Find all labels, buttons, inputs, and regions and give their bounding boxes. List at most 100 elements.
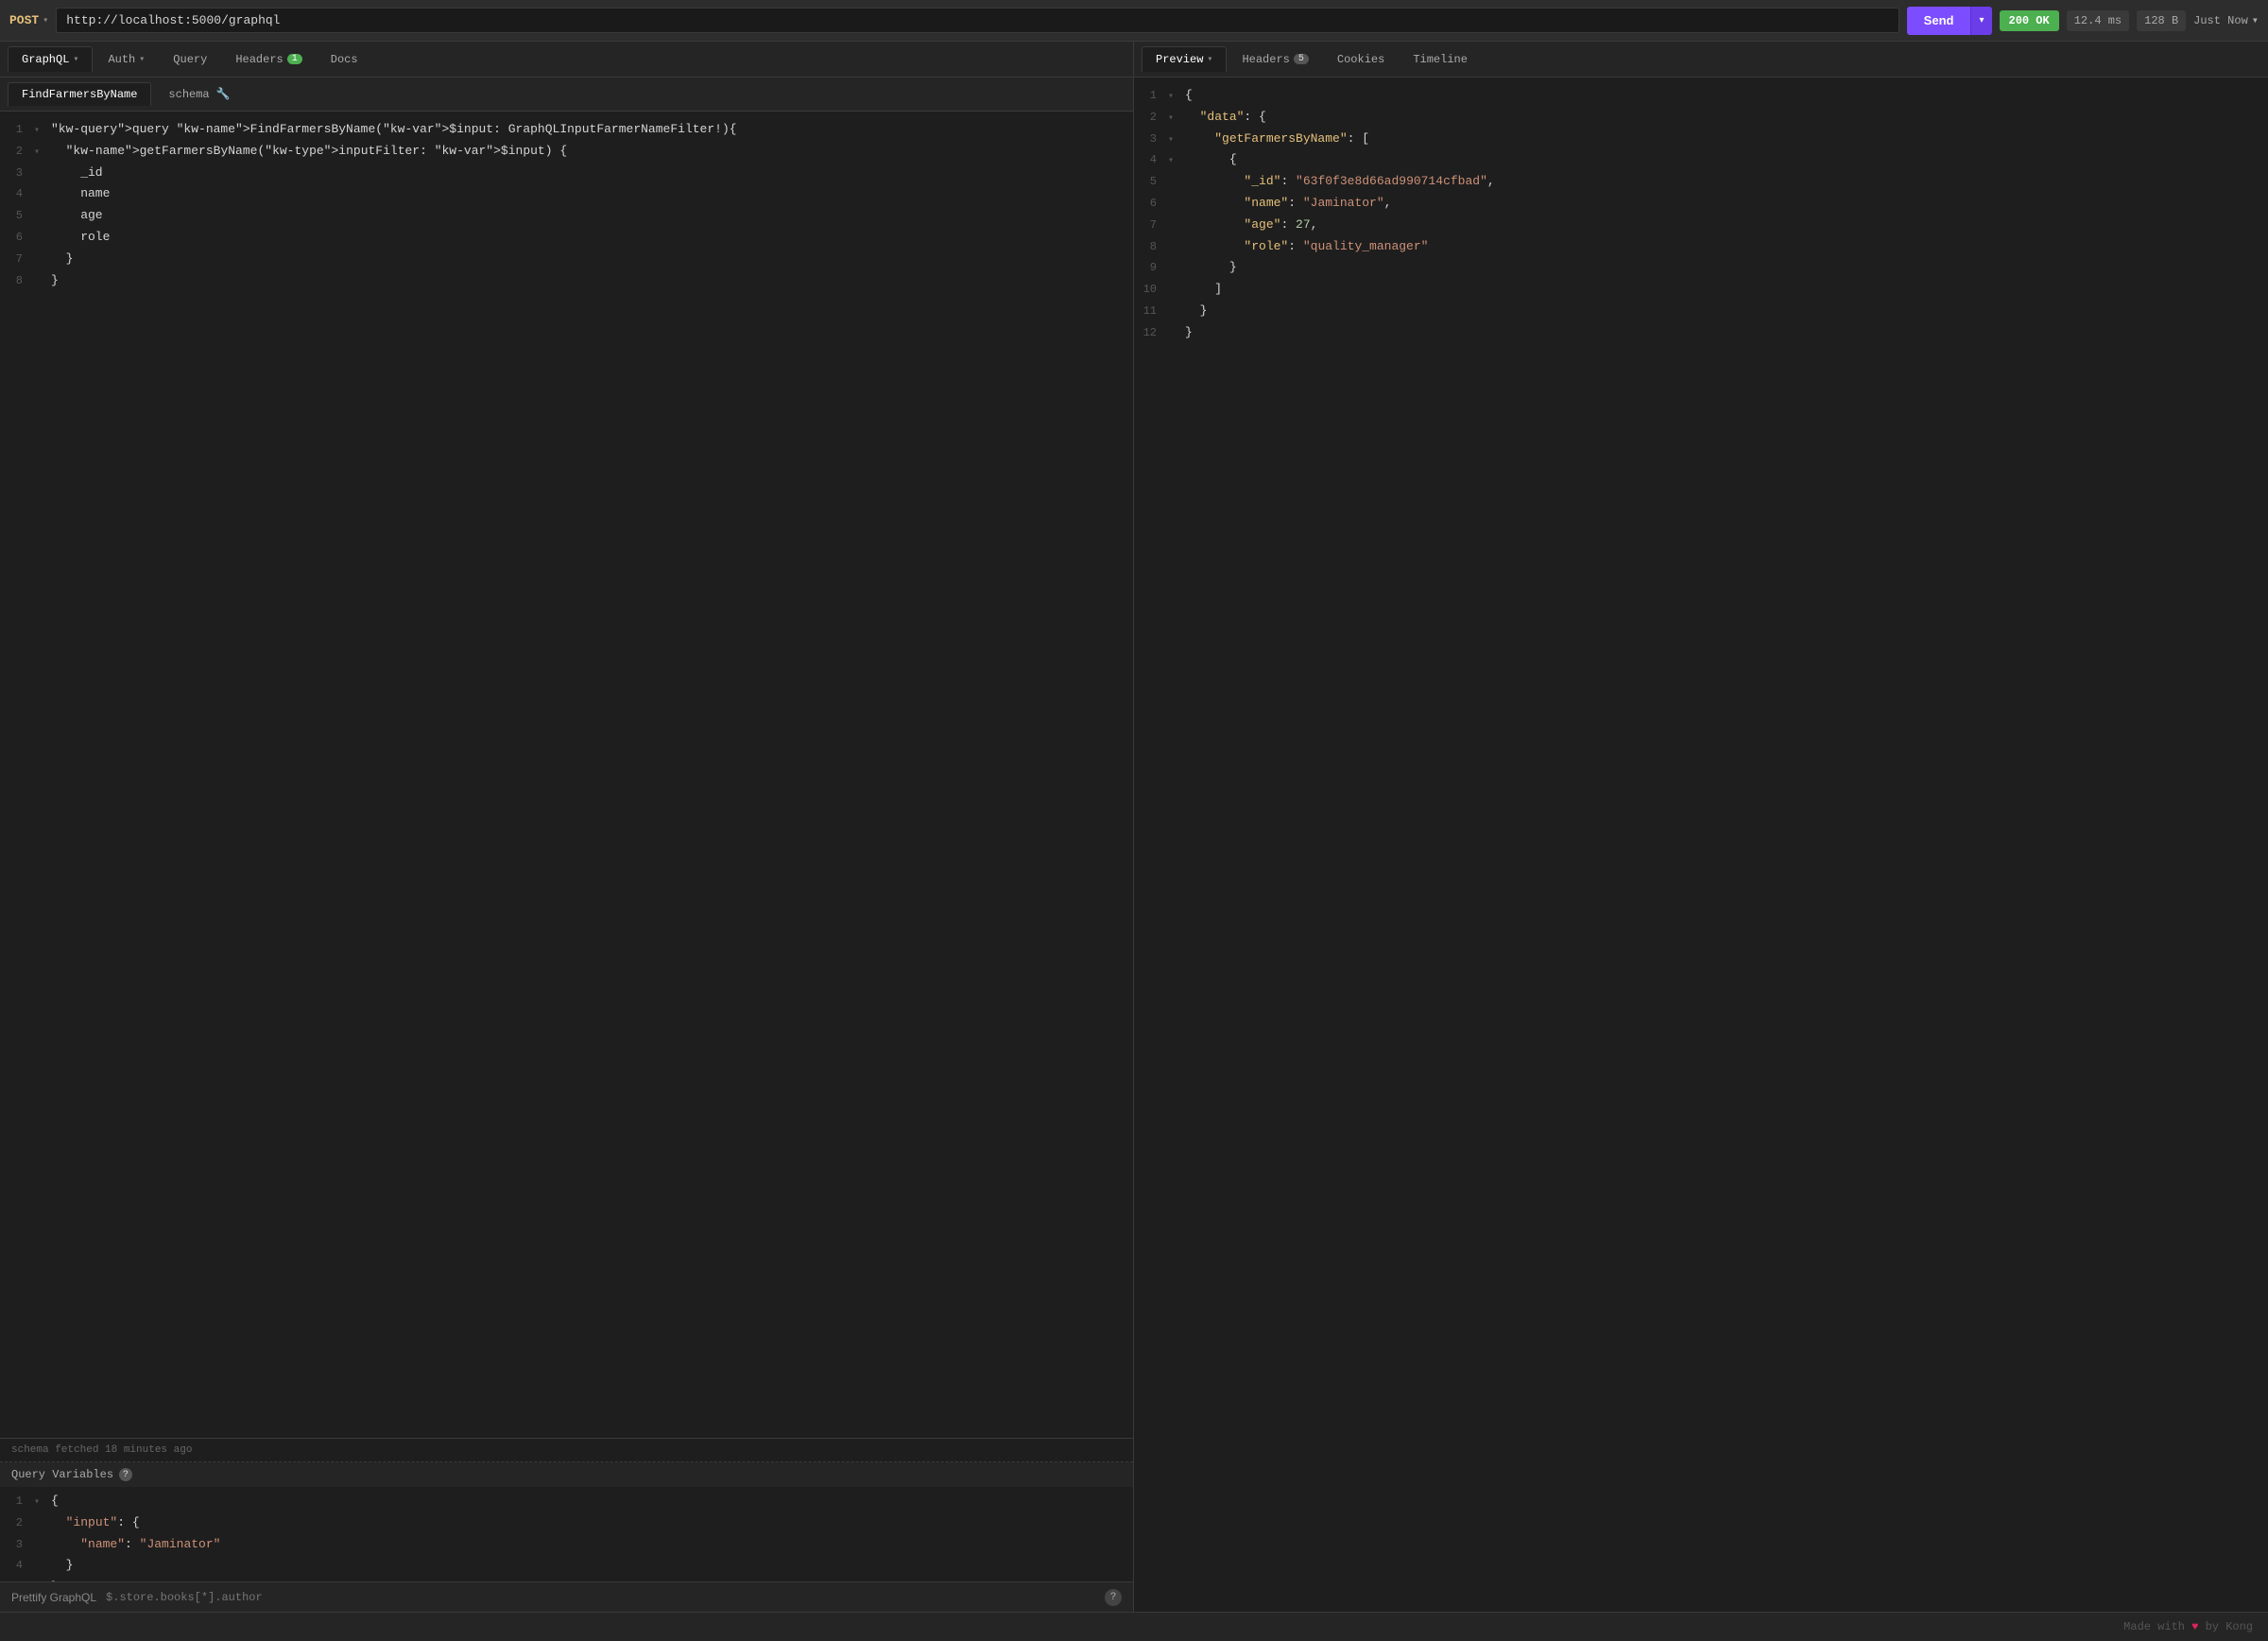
tab-cookies-label: Cookies (1337, 53, 1384, 66)
response-time-badge: 12.4 ms (2067, 10, 2129, 31)
bottom-section: schema fetched 18 minutes ago Query Vari… (0, 1438, 1133, 1581)
line-toggle[interactable]: ▾ (34, 146, 47, 161)
line-content: _id (47, 164, 103, 183)
response-line-toggle[interactable]: ▾ (1168, 133, 1181, 148)
query-tab-findfarmersby[interactable]: FindFarmersByName (8, 82, 151, 106)
line-number: 6 (0, 229, 34, 247)
response-line-number: 5 (1134, 173, 1168, 191)
query-vars-label: Query Variables (11, 1468, 113, 1481)
tab-preview-label: Preview (1156, 53, 1203, 66)
response-line-content: } (1181, 258, 1237, 278)
query-tabs: FindFarmersByName schema 🔧 (0, 78, 1133, 112)
response-size-badge: 128 B (2137, 10, 2186, 31)
response-line-number: 3 (1134, 130, 1168, 148)
response-line-content: "name": "Jaminator", (1181, 194, 1391, 214)
tab-query[interactable]: Query (160, 47, 220, 72)
send-dropdown-button[interactable]: ▾ (1970, 7, 1991, 35)
line-number: 7 (0, 250, 34, 268)
line-content: "kw-name">getFarmersByName("kw-type">inp… (47, 142, 567, 162)
response-area[interactable]: 1▾{2▾ "data": {3▾ "getFarmersByName": [4… (1134, 78, 2268, 1612)
footer-bar: Prettify GraphQL ? (0, 1581, 1133, 1612)
response-line-content: "age": 27, (1181, 216, 1317, 235)
line-number: 4 (0, 185, 34, 203)
response-headers-badge: 5 (1294, 54, 1309, 64)
code-line: 3 "name": "Jaminator" (0, 1534, 1133, 1556)
line-number: 1 (0, 1493, 34, 1511)
tab-query-label: Query (173, 53, 207, 66)
code-line: 4 } (0, 1555, 1133, 1577)
tab-headers-label: Headers (235, 53, 283, 66)
line-toggle[interactable]: ▾ (34, 124, 47, 139)
response-line-content: "getFarmersByName": [ (1181, 130, 1369, 149)
line-number: 1 (0, 121, 34, 139)
code-line: 4 name (0, 183, 1133, 205)
tab-auth-label: Auth (108, 53, 135, 66)
tab-auth[interactable]: Auth ▾ (94, 47, 158, 72)
send-button-group: Send ▾ (1907, 7, 1992, 35)
tab-docs[interactable]: Docs (318, 47, 371, 72)
vars-code-area[interactable]: 1▾{2 "input": {3 "name": "Jaminator"4 }5… (0, 1487, 1133, 1581)
method-selector[interactable]: POST ▾ (9, 13, 48, 27)
response-line: 10 ] (1134, 279, 2268, 301)
jq-filter-input[interactable] (96, 1591, 1105, 1604)
code-line: 8} (0, 270, 1133, 292)
line-content: } (47, 1556, 73, 1576)
code-line: 2▾ "kw-name">getFarmersByName("kw-type">… (0, 141, 1133, 163)
left-tab-bar: GraphQL ▾ Auth ▾ Query Headers 1 Docs (0, 42, 1133, 78)
jq-help-icon[interactable]: ? (1105, 1589, 1122, 1606)
tab-cookies[interactable]: Cookies (1324, 47, 1398, 72)
query-tab-schema[interactable]: schema 🔧 (155, 82, 243, 106)
tab-response-headers[interactable]: Headers 5 (1228, 47, 1321, 72)
response-line: 9 } (1134, 257, 2268, 279)
url-input[interactable] (56, 8, 1899, 33)
line-content: } (47, 250, 73, 269)
tab-graphql-chevron: ▾ (73, 54, 78, 65)
response-line-number: 11 (1134, 302, 1168, 320)
query-vars-help-icon[interactable]: ? (119, 1468, 132, 1481)
line-number: 3 (0, 1536, 34, 1554)
query-tab-findfarmersby-label: FindFarmersByName (22, 88, 137, 101)
response-line-number: 2 (1134, 109, 1168, 127)
tab-graphql-label: GraphQL (22, 53, 69, 66)
response-line: 7 "age": 27, (1134, 215, 2268, 236)
tab-graphql[interactable]: GraphQL ▾ (8, 46, 93, 72)
prettify-button[interactable]: Prettify GraphQL (11, 1591, 96, 1604)
line-content: "kw-query">query "kw-name">FindFarmersBy… (47, 120, 737, 140)
response-line: 4▾ { (1134, 149, 2268, 171)
made-with-text: Made with (2123, 1620, 2191, 1633)
send-main-button[interactable]: Send (1907, 7, 1971, 35)
response-line-content: { (1181, 150, 1237, 170)
tab-docs-label: Docs (331, 53, 358, 66)
tab-timeline-label: Timeline (1413, 53, 1468, 66)
response-line-number: 1 (1134, 87, 1168, 105)
main-layout: GraphQL ▾ Auth ▾ Query Headers 1 Docs Fi… (0, 42, 2268, 1612)
line-content: name (47, 184, 110, 204)
response-line: 2▾ "data": { (1134, 107, 2268, 129)
response-line: 5 "_id": "63f0f3e8d66ad990714cfbad", (1134, 171, 2268, 193)
query-tab-schema-label: schema 🔧 (168, 87, 230, 101)
response-line-toggle[interactable]: ▾ (1168, 112, 1181, 127)
tab-timeline[interactable]: Timeline (1400, 47, 1481, 72)
response-line-content: "_id": "63f0f3e8d66ad990714cfbad", (1181, 172, 1495, 192)
response-line-content: ] (1181, 280, 1222, 300)
schema-status: schema fetched 18 minutes ago (0, 1439, 1133, 1462)
timestamp-chevron: ▾ (2252, 13, 2259, 27)
response-line-content: "role": "quality_manager" (1181, 237, 1428, 257)
line-content: } (47, 271, 59, 291)
line-number: 4 (0, 1557, 34, 1575)
tab-preview[interactable]: Preview ▾ (1142, 46, 1227, 72)
query-code-area[interactable]: 1▾"kw-query">query "kw-name">FindFarmers… (0, 112, 1133, 1438)
line-content: role (47, 228, 110, 248)
tab-preview-chevron: ▾ (1207, 54, 1212, 65)
response-line-toggle[interactable]: ▾ (1168, 90, 1181, 105)
method-label: POST (9, 13, 39, 27)
response-line-toggle[interactable]: ▾ (1168, 154, 1181, 169)
tab-headers[interactable]: Headers 1 (222, 47, 315, 72)
line-toggle[interactable]: ▾ (34, 1495, 47, 1511)
response-line-number: 4 (1134, 151, 1168, 169)
line-content: age (47, 206, 103, 226)
line-number: 3 (0, 164, 34, 182)
tab-response-headers-label: Headers (1242, 53, 1289, 66)
top-bar: POST ▾ Send ▾ 200 OK 12.4 ms 128 B Just … (0, 0, 2268, 42)
response-line: 8 "role": "quality_manager" (1134, 236, 2268, 258)
